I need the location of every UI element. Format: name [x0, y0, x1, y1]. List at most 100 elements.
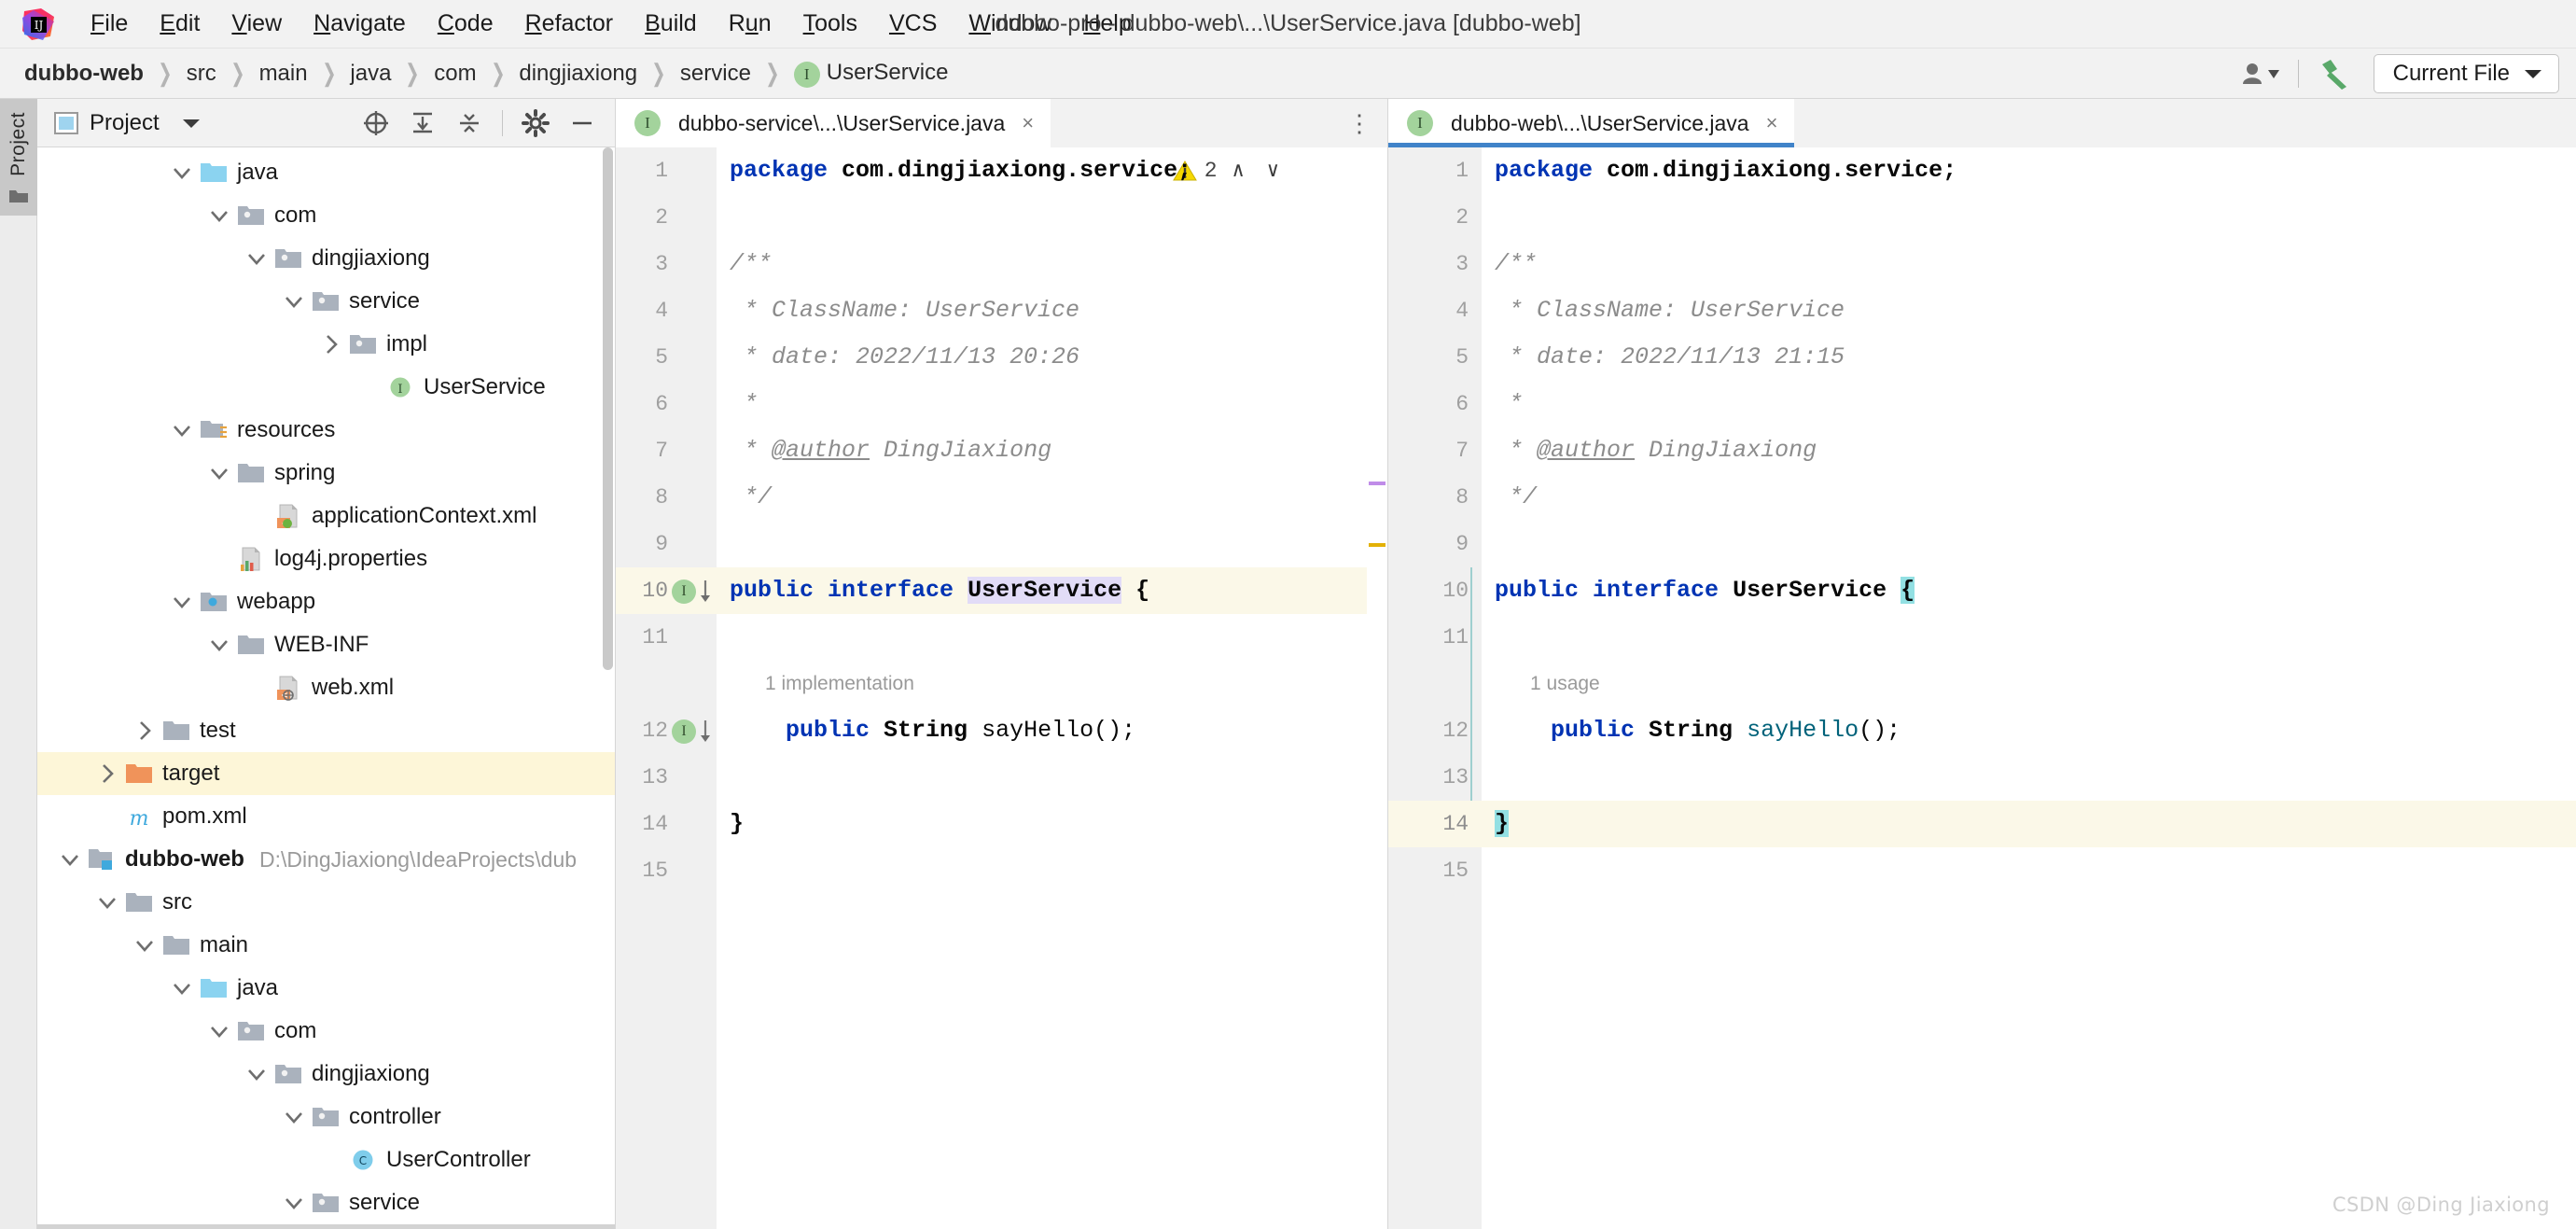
tree-item-impl[interactable]: impl	[37, 323, 615, 366]
gutter-line-number-15[interactable]: 15	[616, 847, 717, 894]
code-line-10[interactable]: public interface UserService {	[1482, 567, 2576, 614]
editor-marker-bar-left[interactable]	[1367, 147, 1387, 1229]
chevron-down-icon[interactable]	[278, 1190, 310, 1216]
breadcrumb-item-java[interactable]: java	[346, 61, 395, 87]
chevron-down-icon[interactable]	[203, 460, 235, 486]
menu-run[interactable]: Run	[713, 7, 787, 41]
menu-tools[interactable]: Tools	[787, 7, 873, 41]
menu-refactor[interactable]: Refactor	[509, 7, 630, 41]
code-line-8[interactable]: */	[1482, 474, 2576, 521]
gutter-line-number-13[interactable]: 13	[616, 754, 717, 801]
code-line-12[interactable]: public String sayHello();	[717, 707, 1367, 754]
gutter-line-number-1[interactable]: 1	[1388, 147, 1482, 194]
tree-item-dingjiaxiong[interactable]: dingjiaxiong	[37, 237, 615, 280]
menu-view[interactable]: View	[216, 7, 298, 41]
tree-item-controller[interactable]: controller	[37, 1096, 615, 1138]
gutter-line-number-7[interactable]: 7	[1388, 427, 1482, 474]
tree-item-userservice[interactable]: IUserService	[37, 366, 615, 409]
gutter-line-number-14[interactable]: 14	[616, 801, 717, 847]
breadcrumb-item-com[interactable]: com	[430, 61, 480, 87]
gear-icon[interactable]	[514, 105, 557, 142]
code-line-1[interactable]: package com.dingjiaxiong.service;	[717, 147, 1367, 194]
tree-item-usercontroller[interactable]: C UserController	[37, 1138, 615, 1181]
tree-item-dingjiaxiong[interactable]: dingjiaxiong	[37, 1053, 615, 1096]
gutter-line-number-9[interactable]: 9	[1388, 521, 1482, 567]
chevron-down-icon[interactable]	[241, 245, 272, 272]
gutter-line-number-10[interactable]: 10	[1388, 567, 1482, 614]
code-line-11[interactable]	[1482, 614, 2576, 661]
menu-build[interactable]: Build	[629, 7, 713, 41]
gutter-line-number-12[interactable]: 12	[1388, 707, 1482, 754]
inlay-hint-left[interactable]: 1 implementation	[717, 661, 1367, 707]
menu-file[interactable]: File	[75, 7, 144, 41]
tree-item-target[interactable]: target	[37, 752, 615, 795]
code-line-2[interactable]	[1482, 194, 2576, 241]
tree-item-log4j-properties[interactable]: log4j.properties	[37, 538, 615, 580]
chevron-down-icon[interactable]	[278, 1104, 310, 1130]
code-line-4[interactable]: * ClassName: UserService	[1482, 287, 2576, 334]
tree-item-resources[interactable]: resources	[37, 409, 615, 452]
code-line-7[interactable]: * @author DingJiaxiong	[717, 427, 1367, 474]
chevron-down-icon[interactable]	[241, 1061, 272, 1087]
chevron-right-icon[interactable]	[315, 331, 347, 357]
code-line-6[interactable]: *	[717, 381, 1367, 427]
tree-item-dubbo-web[interactable]: dubbo-web D:\DingJiaxiong\IdeaProjects\du…	[37, 838, 615, 881]
code-line-13[interactable]	[717, 754, 1367, 801]
code-line-2[interactable]	[717, 194, 1367, 241]
editor-code-left[interactable]: 2 ∧ ∨ package com.dingjiaxiong.service; /…	[717, 147, 1367, 1229]
code-line-11[interactable]	[717, 614, 1367, 661]
tree-item-applicationcontext-xml[interactable]: < applicationContext.xml	[37, 495, 615, 538]
editor-gutter-left[interactable]: 1 2 3 4 5 6 7 8 9 10 11 12 13 14 15 I I	[616, 147, 717, 1229]
code-line-1[interactable]: package com.dingjiaxiong.service;	[1482, 147, 2576, 194]
fold-region-end-icon[interactable]	[717, 478, 718, 524]
chevron-down-icon[interactable]	[203, 632, 235, 658]
code-line-15[interactable]	[1482, 847, 2576, 894]
build-hammer-icon[interactable]	[2308, 53, 2362, 94]
gutter-line-number-8[interactable]: 8	[616, 474, 717, 521]
gutter-line-number-2[interactable]: 2	[616, 194, 717, 241]
close-icon[interactable]: ×	[1766, 111, 1778, 135]
gutter-line-number-15[interactable]: 15	[1388, 847, 1482, 894]
chevron-down-icon[interactable]	[166, 417, 198, 443]
tool-window-tab-project[interactable]: Project	[0, 99, 37, 216]
breadcrumb-item-main[interactable]: main	[256, 61, 312, 87]
expand-all-icon[interactable]	[401, 105, 444, 142]
project-tree[interactable]: java com dingjiaxiong service impl I UserServi…	[37, 147, 615, 1229]
code-line-9[interactable]	[1482, 521, 2576, 567]
tree-item-web-xml[interactable]: < web.xml	[37, 666, 615, 709]
gutter-line-number-3[interactable]: 3	[1388, 241, 1482, 287]
code-line-4[interactable]: * ClassName: UserService	[717, 287, 1367, 334]
code-line-6[interactable]: *	[1482, 381, 2576, 427]
gutter-line-number-6[interactable]: 6	[1388, 381, 1482, 427]
chevron-down-icon[interactable]	[278, 288, 310, 314]
implemented-by-gutter-icon[interactable]: I	[672, 579, 714, 605]
collapse-all-icon[interactable]	[448, 105, 491, 142]
chevron-down-icon[interactable]	[166, 975, 198, 1001]
minimize-icon[interactable]	[561, 105, 604, 142]
gutter-line-number-9[interactable]: 9	[616, 521, 717, 567]
tree-item-src[interactable]: src	[37, 881, 615, 924]
code-line-14[interactable]: }	[717, 801, 1367, 847]
editor-gutter-right[interactable]: 1 2 3 4 5 6 7 8 9 10 11 12 13 14 15	[1388, 147, 1482, 1229]
chevron-down-icon[interactable]	[129, 932, 160, 958]
editor-tab-dubbo-service-userservice[interactable]: I dubbo-service\...\UserService.java ×	[616, 99, 1051, 147]
code-line-13[interactable]	[1482, 754, 2576, 801]
select-opened-file-icon[interactable]	[355, 105, 397, 142]
fold-region-end-icon[interactable]	[1482, 478, 1483, 524]
gutter-line-number-13[interactable]: 13	[1388, 754, 1482, 801]
run-configuration-selector[interactable]: Current File	[2373, 53, 2559, 93]
code-line-5[interactable]: * date: 2022/11/13 21:15	[1482, 334, 2576, 381]
editor-marker-stripe[interactable]	[1369, 543, 1385, 547]
gutter-line-number-11[interactable]: 11	[1388, 614, 1482, 661]
menu-code[interactable]: Code	[422, 7, 509, 41]
tree-item-pom-xml[interactable]: m pom.xml	[37, 795, 615, 838]
chevron-down-icon[interactable]	[203, 203, 235, 229]
tree-item-web-inf[interactable]: WEB-INF	[37, 623, 615, 666]
tree-item-userservice[interactable]: IUserService	[37, 1224, 615, 1229]
editor-tab-dubbo-web-userservice[interactable]: I dubbo-web\...\UserService.java ×	[1388, 99, 1795, 147]
tree-item-java[interactable]: java	[37, 151, 615, 194]
tree-item-spring[interactable]: spring	[37, 452, 615, 495]
gutter-line-number-4[interactable]: 4	[1388, 287, 1482, 334]
gutter-line-number-14[interactable]: 14	[1388, 801, 1482, 847]
breadcrumb-item-userservice[interactable]: I UserService	[790, 60, 953, 88]
